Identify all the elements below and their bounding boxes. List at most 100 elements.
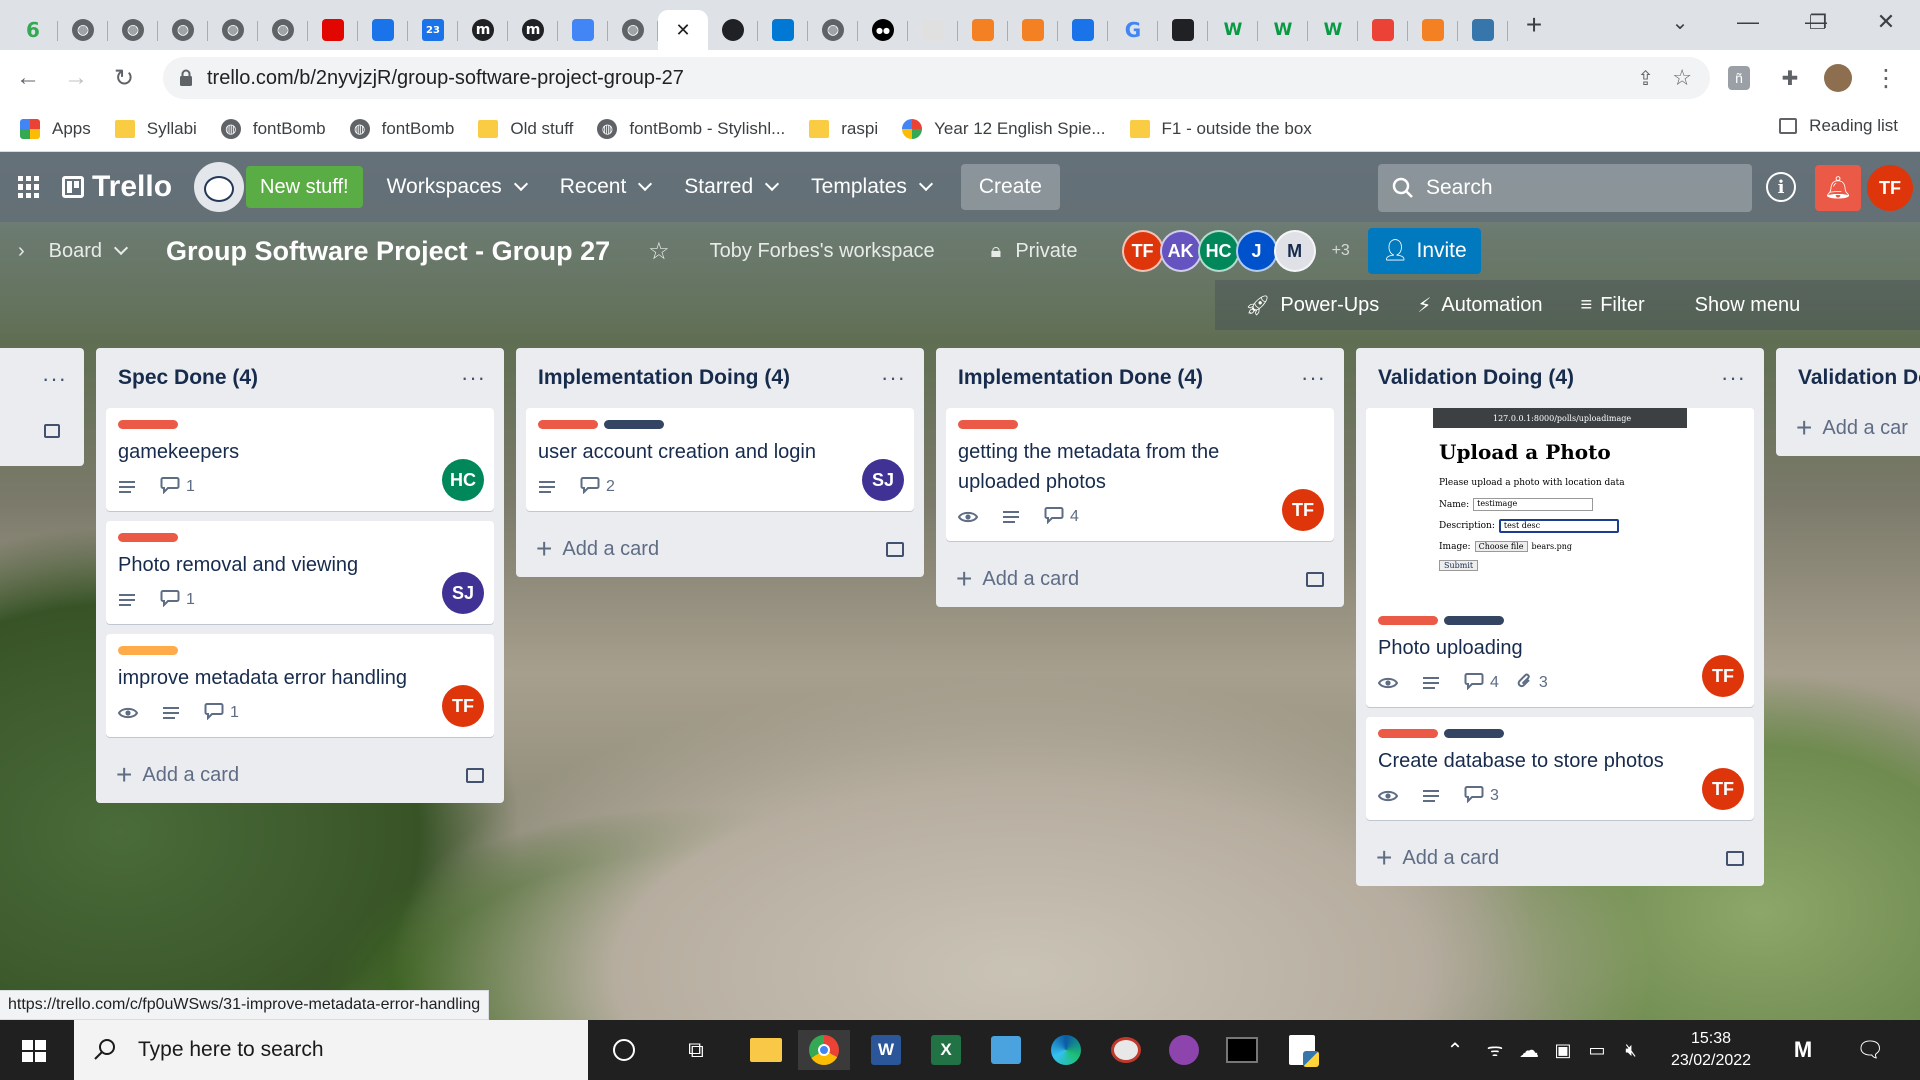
info-icon[interactable]: i: [1766, 172, 1796, 202]
bookmark-star-icon[interactable]: ☆: [1672, 65, 1692, 91]
list-menu-icon[interactable]: ···: [1721, 365, 1746, 391]
browser-tab[interactable]: ◍: [208, 10, 258, 50]
tab-search-icon[interactable]: ⌄: [1650, 0, 1710, 44]
onedrive-cloud-icon[interactable]: ☁︎: [1514, 1020, 1544, 1080]
invite-button[interactable]: 👤︎ Invite: [1367, 228, 1481, 274]
bookmark-item[interactable]: ◍ fontBomb: [349, 118, 454, 139]
more-members-count[interactable]: +3: [1332, 242, 1350, 260]
cortana-icon[interactable]: [604, 1030, 644, 1070]
extension-icon[interactable]: ñ: [1728, 66, 1750, 90]
minimize-window-icon[interactable]: —: [1718, 0, 1778, 44]
excel-icon[interactable]: X: [926, 1030, 966, 1070]
card-member-avatar[interactable]: SJ: [862, 459, 904, 501]
star-board-icon[interactable]: ☆: [648, 237, 670, 266]
new-stuff-button[interactable]: New stuff!: [246, 166, 363, 208]
browser-tab[interactable]: W: [1308, 10, 1358, 50]
card[interactable]: getting the metadata from the uploaded p…: [946, 408, 1334, 541]
browser-tab[interactable]: G: [1108, 10, 1158, 50]
bookmark-item[interactable]: ◍ fontBomb: [220, 118, 326, 139]
gmail-tray-icon[interactable]: M: [1788, 1020, 1818, 1080]
chrome-icon[interactable]: [798, 1030, 850, 1070]
card-labels[interactable]: [118, 646, 482, 655]
card-member-avatar[interactable]: HC: [442, 459, 484, 501]
terminal-icon[interactable]: [1222, 1030, 1262, 1070]
browser-tab[interactable]: [708, 10, 758, 50]
card-labels[interactable]: [538, 420, 902, 429]
visibility-button[interactable]: 🔒︎ Private: [991, 240, 1078, 263]
forward-icon[interactable]: →: [56, 58, 96, 98]
card-label[interactable]: [118, 646, 178, 655]
add-card-button[interactable]: + Add a card: [526, 521, 914, 577]
battery-icon[interactable]: ▭: [1584, 1020, 1610, 1080]
list[interactable]: Implementation Done (4) ··· getting the me…: [936, 348, 1344, 607]
nav-templates[interactable]: Templates: [799, 164, 943, 210]
browser-tab[interactable]: W: [1258, 10, 1308, 50]
browser-tab[interactable]: ◍: [58, 10, 108, 50]
card-label[interactable]: [604, 420, 664, 429]
add-card-button[interactable]: + Add a card: [1366, 830, 1754, 886]
close-window-icon[interactable]: ✕: [1856, 0, 1916, 44]
card-label[interactable]: [118, 420, 178, 429]
collapsed-list-stub[interactable]: ···: [0, 348, 84, 466]
filter-button[interactable]: ≡ Filter: [1581, 294, 1645, 317]
member-avatar[interactable]: AK: [1159, 230, 1202, 272]
windows-start-icon[interactable]: [22, 1040, 46, 1062]
profile-avatar[interactable]: [1824, 64, 1852, 92]
browser-tab[interactable]: ◍: [808, 10, 858, 50]
task-view-icon[interactable]: ⧉: [676, 1030, 716, 1070]
member-avatar[interactable]: TF: [1121, 230, 1164, 272]
bookmark-item[interactable]: F1 - outside the box: [1129, 119, 1312, 139]
browser-tab[interactable]: 23: [408, 10, 458, 50]
list[interactable]: Validation Doing (4) ··· 127.0.0.1:8000/po…: [1356, 348, 1764, 886]
card-member-avatar[interactable]: SJ: [442, 572, 484, 614]
show-menu-button[interactable]: Show menu: [1695, 294, 1801, 317]
list[interactable]: Implementation Doing (4) ··· user account …: [516, 348, 924, 577]
nav-starred[interactable]: Starred: [672, 164, 789, 210]
python-idle-icon[interactable]: [1282, 1030, 1322, 1070]
add-card-button[interactable]: + Add a card: [106, 747, 494, 803]
wifi-icon[interactable]: ᯤ: [1482, 1020, 1508, 1080]
card-labels[interactable]: [958, 420, 1322, 429]
card[interactable]: 127.0.0.1:8000/polls/uploadimage Upload a…: [1366, 408, 1754, 707]
workspace-name[interactable]: Toby Forbes's workspace: [710, 240, 935, 263]
add-card-button[interactable]: + Add a card: [946, 551, 1334, 607]
notifications-bell-icon[interactable]: 🔔︎: [1815, 165, 1861, 211]
create-button[interactable]: Create: [960, 164, 1060, 210]
bookmark-item[interactable]: Old stuff: [478, 119, 573, 139]
browser-tab[interactable]: [358, 10, 408, 50]
trello-logo[interactable]: Trello: [62, 170, 172, 204]
list-title[interactable]: Implementation Doing (4): [538, 366, 790, 390]
browser-tab[interactable]: m: [458, 10, 508, 50]
list[interactable]: Spec Done (4) ··· gamekeepers 1 HC Photo remo…: [96, 348, 504, 803]
bookmark-item[interactable]: Apps: [20, 118, 91, 139]
create-from-template-icon[interactable]: [886, 541, 904, 557]
list-menu-icon[interactable]: ···: [461, 365, 486, 391]
browser-tab[interactable]: ◍: [258, 10, 308, 50]
bookmark-item[interactable]: Syllabi: [114, 119, 197, 139]
photos-icon[interactable]: [986, 1030, 1026, 1070]
browser-tab[interactable]: 6: [8, 10, 58, 50]
card-labels[interactable]: [118, 420, 482, 429]
card-member-avatar[interactable]: TF: [1702, 768, 1744, 810]
user-avatar[interactable]: TF: [1867, 165, 1913, 211]
word-icon[interactable]: W: [866, 1030, 906, 1070]
menu-kebab-icon[interactable]: ⋮: [1872, 64, 1900, 92]
list-title[interactable]: Validation Do: [1798, 366, 1920, 390]
address-bar[interactable]: trello.com/b/2nyvjzjR/group-software-pro…: [163, 57, 1710, 99]
restore-window-icon[interactable]: ❐: [1788, 0, 1848, 44]
bookmark-item[interactable]: ◍ fontBomb - Stylishl...: [597, 118, 785, 139]
browser-tab[interactable]: [1158, 10, 1208, 50]
list-title[interactable]: Implementation Done (4): [958, 366, 1203, 390]
browser-tab[interactable]: [1358, 10, 1408, 50]
nav-recent[interactable]: Recent: [548, 164, 663, 210]
extensions-puzzle-icon[interactable]: ✚: [1776, 64, 1804, 92]
reading-list[interactable]: Reading list: [1779, 116, 1898, 136]
app-switcher-icon[interactable]: [18, 176, 40, 198]
browser-tab[interactable]: [558, 10, 608, 50]
browser-tab[interactable]: ●●: [858, 10, 908, 50]
card[interactable]: Create database to store photos 3 TF: [1366, 717, 1754, 820]
card-label[interactable]: [538, 420, 598, 429]
create-from-template-icon[interactable]: [1726, 850, 1744, 866]
list-title[interactable]: Validation Doing (4): [1378, 366, 1574, 390]
card-label[interactable]: [1444, 616, 1504, 625]
